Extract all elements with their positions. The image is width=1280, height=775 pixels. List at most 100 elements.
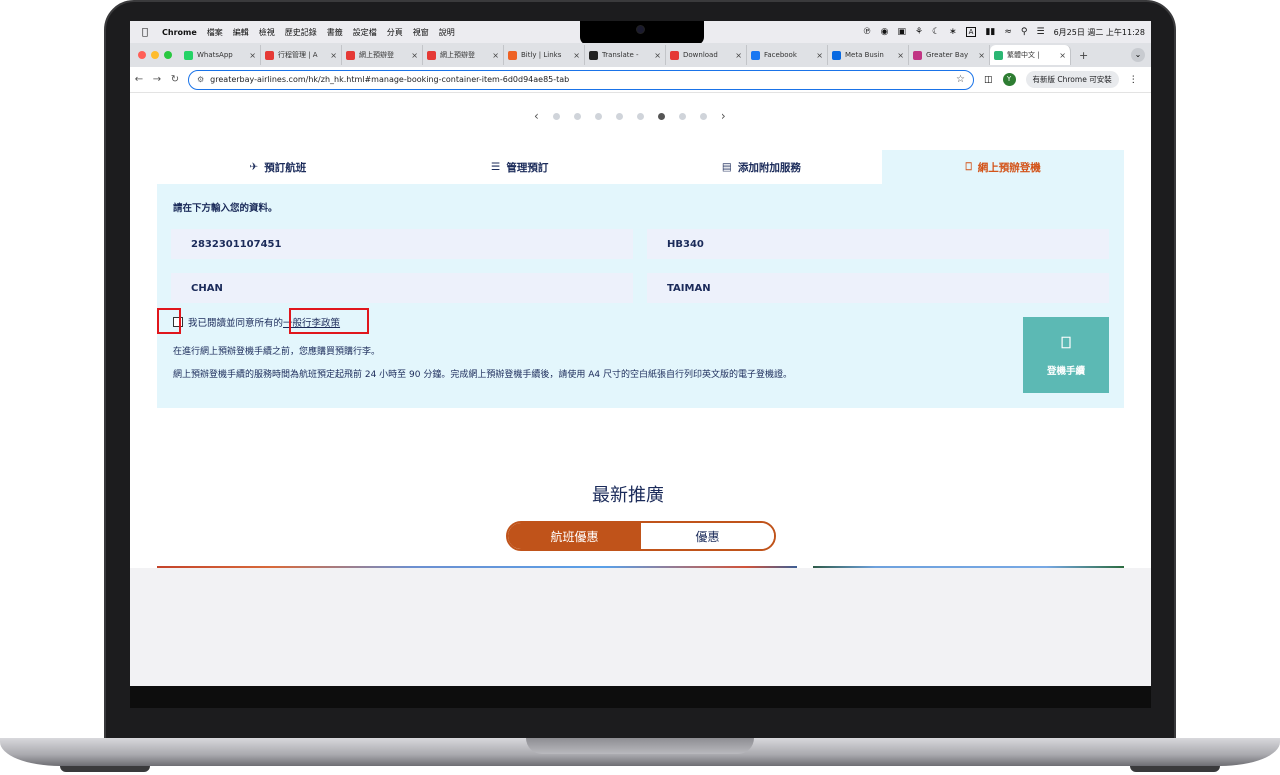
close-tab-icon[interactable]: × <box>330 51 337 60</box>
laptop-foot-left <box>60 766 150 772</box>
browser-tab[interactable]: Meta Busin × <box>828 45 909 65</box>
carousel-dot[interactable] <box>594 112 602 120</box>
profile-avatar[interactable]: Y <box>1002 73 1016 86</box>
forward-button[interactable]: → <box>148 74 166 85</box>
bluetooth-icon[interactable]: ∗ <box>949 27 957 37</box>
close-tab-icon[interactable]: × <box>897 51 904 60</box>
address-url[interactable]: greaterbay-airlines.com/hk/zh_hk.html#ma… <box>210 75 569 84</box>
flight-deals-toggle[interactable]: 航班優惠 <box>508 523 641 549</box>
minimize-window-button[interactable] <box>151 51 159 59</box>
screenshot-status-icon[interactable]: ▣ <box>897 27 906 37</box>
reload-button[interactable]: ↻ <box>166 74 184 85</box>
browser-tab[interactable]: WhatsApp × <box>180 45 261 65</box>
browser-tab-title: 網上預辦登 <box>359 51 394 59</box>
browser-tab[interactable]: 網上預辦登 × <box>423 45 504 65</box>
browser-tab-title: 行程管理 | A <box>278 51 318 59</box>
carousel-dot[interactable] <box>573 112 581 120</box>
last-name-field[interactable]: CHAN <box>171 273 633 303</box>
control-center-icon[interactable]: ☰ <box>1037 27 1045 37</box>
carousel-next-icon[interactable]: › <box>721 109 726 123</box>
flight-number-field[interactable]: HB340 <box>647 229 1109 259</box>
menubar-status-area: ℗ ◉ ▣ ⚘ ☾ ∗ A ▮▮ ≈ ⚲ ☰ 6月25日 週二 上午11:28 <box>863 21 1145 43</box>
back-button[interactable]: ← <box>130 74 148 85</box>
carousel-dot[interactable] <box>552 112 560 120</box>
tab-add-services[interactable]: ▤ 添加附加服務 <box>640 150 883 184</box>
zoom-window-button[interactable] <box>164 51 172 59</box>
close-tab-icon[interactable]: × <box>411 51 418 60</box>
close-window-button[interactable] <box>138 51 146 59</box>
browser-tab[interactable]: Download × <box>666 45 747 65</box>
menu-view[interactable]: 檢視 <box>259 27 275 38</box>
browser-tab-title: WhatsApp <box>197 51 233 59</box>
browser-tab-title: 繁體中文 | <box>1007 51 1040 59</box>
carousel-dot[interactable] <box>678 112 686 120</box>
airline-icon <box>265 50 274 60</box>
close-tab-icon[interactable]: × <box>249 51 256 60</box>
camera-icon <box>636 25 645 34</box>
input-method-icon[interactable]: A <box>965 27 977 37</box>
browser-tab[interactable]: 行程管理 | A × <box>261 45 342 65</box>
checkin-button[interactable]: ⎕ 登機手續 <box>1023 317 1109 393</box>
moon-icon[interactable]: ☾ <box>932 27 940 37</box>
tab-search-button[interactable]: ⌄ <box>1131 48 1145 62</box>
extensions-icon[interactable]: ◫ <box>984 75 993 85</box>
browser-tab[interactable]: Translate - × <box>585 45 666 65</box>
carousel-prev-icon[interactable]: ‹ <box>534 109 539 123</box>
spotlight-search-icon[interactable]: ⚲ <box>1021 27 1028 37</box>
app-status-icon[interactable]: ⚘ <box>915 27 923 37</box>
menu-profiles[interactable]: 設定檔 <box>353 27 377 38</box>
laptop-foot-right <box>1130 766 1220 772</box>
paragraph-status-icon[interactable]: ℗ <box>863 27 872 37</box>
airline-icon <box>427 50 436 60</box>
carousel-dot[interactable] <box>636 112 644 120</box>
browser-tab[interactable]: Greater Bay × <box>909 45 990 65</box>
close-tab-icon[interactable]: × <box>654 51 661 60</box>
list-icon: ☰ <box>490 161 501 173</box>
checkbox-highlight-box <box>157 308 181 334</box>
browser-tab[interactable]: Facebook × <box>747 45 828 65</box>
menu-bookmarks[interactable]: 書籤 <box>327 27 343 38</box>
wifi-icon[interactable]: ≈ <box>1004 27 1012 37</box>
browser-tab[interactable]: 繁體中文 | × <box>990 45 1071 65</box>
browser-tab[interactable]: 網上預辦登 × <box>342 45 423 65</box>
apple-menu-icon[interactable]:  <box>138 27 152 38</box>
offers-toggle[interactable]: 優惠 <box>641 523 774 549</box>
menu-tabs[interactable]: 分頁 <box>387 27 403 38</box>
menu-window[interactable]: 視窗 <box>413 27 429 38</box>
bookmark-star-icon[interactable]: ☆ <box>956 74 965 85</box>
browser-toolbar: ← → ↻ ⚙ greaterbay-airlines.com/hk/zh_hk… <box>130 67 1151 93</box>
close-tab-icon[interactable]: × <box>978 51 985 60</box>
menu-help[interactable]: 說明 <box>439 27 455 38</box>
tab-manage-booking[interactable]: ☰ 管理預訂 <box>398 150 641 184</box>
menubar-datetime[interactable]: 6月25日 週二 上午11:28 <box>1054 27 1145 38</box>
menu-history[interactable]: 歷史記錄 <box>285 27 317 38</box>
menu-file[interactable]: 檔案 <box>207 27 223 38</box>
ticket-number-field[interactable]: 2832301107451 <box>171 229 633 259</box>
address-bar[interactable]: ⚙ greaterbay-airlines.com/hk/zh_hk.html#… <box>188 69 974 90</box>
close-tab-icon[interactable]: × <box>816 51 823 60</box>
menu-app-name[interactable]: Chrome <box>162 28 197 37</box>
menu-edit[interactable]: 編輯 <box>233 27 249 38</box>
tab-book-flight[interactable]: ✈ 預訂航班 <box>157 150 399 184</box>
chrome-update-button[interactable]: 有新版 Chrome 可安裝 <box>1025 71 1119 88</box>
tab-online-checkin[interactable]: ⎕ 網上預辦登機 <box>882 150 1124 184</box>
close-tab-icon[interactable]: × <box>1059 51 1066 60</box>
site-settings-icon[interactable]: ⚙ <box>197 75 204 84</box>
close-tab-icon[interactable]: × <box>492 51 499 60</box>
carousel-dot[interactable] <box>615 112 623 120</box>
carousel-dot[interactable] <box>699 112 707 120</box>
chrome-menu-icon[interactable]: ⋮ <box>1129 75 1138 85</box>
download-icon <box>670 50 679 60</box>
plane-icon: ✈ <box>249 161 259 173</box>
toolbar-actions: ◫ Y 有新版 Chrome 可安裝 ⋮ <box>984 71 1138 88</box>
banner-carousel: ‹ › <box>534 109 726 123</box>
battery-icon[interactable]: ▮▮ <box>985 27 995 37</box>
browser-tab[interactable]: Bitly | Links × <box>504 45 585 65</box>
close-tab-icon[interactable]: × <box>735 51 742 60</box>
carousel-dot[interactable] <box>657 112 665 120</box>
close-tab-icon[interactable]: × <box>573 51 580 60</box>
meta-icon <box>832 50 841 60</box>
messenger-status-icon[interactable]: ◉ <box>881 27 889 37</box>
first-name-field[interactable]: TAIMAN <box>647 273 1109 303</box>
new-tab-button[interactable]: + <box>1079 49 1088 62</box>
